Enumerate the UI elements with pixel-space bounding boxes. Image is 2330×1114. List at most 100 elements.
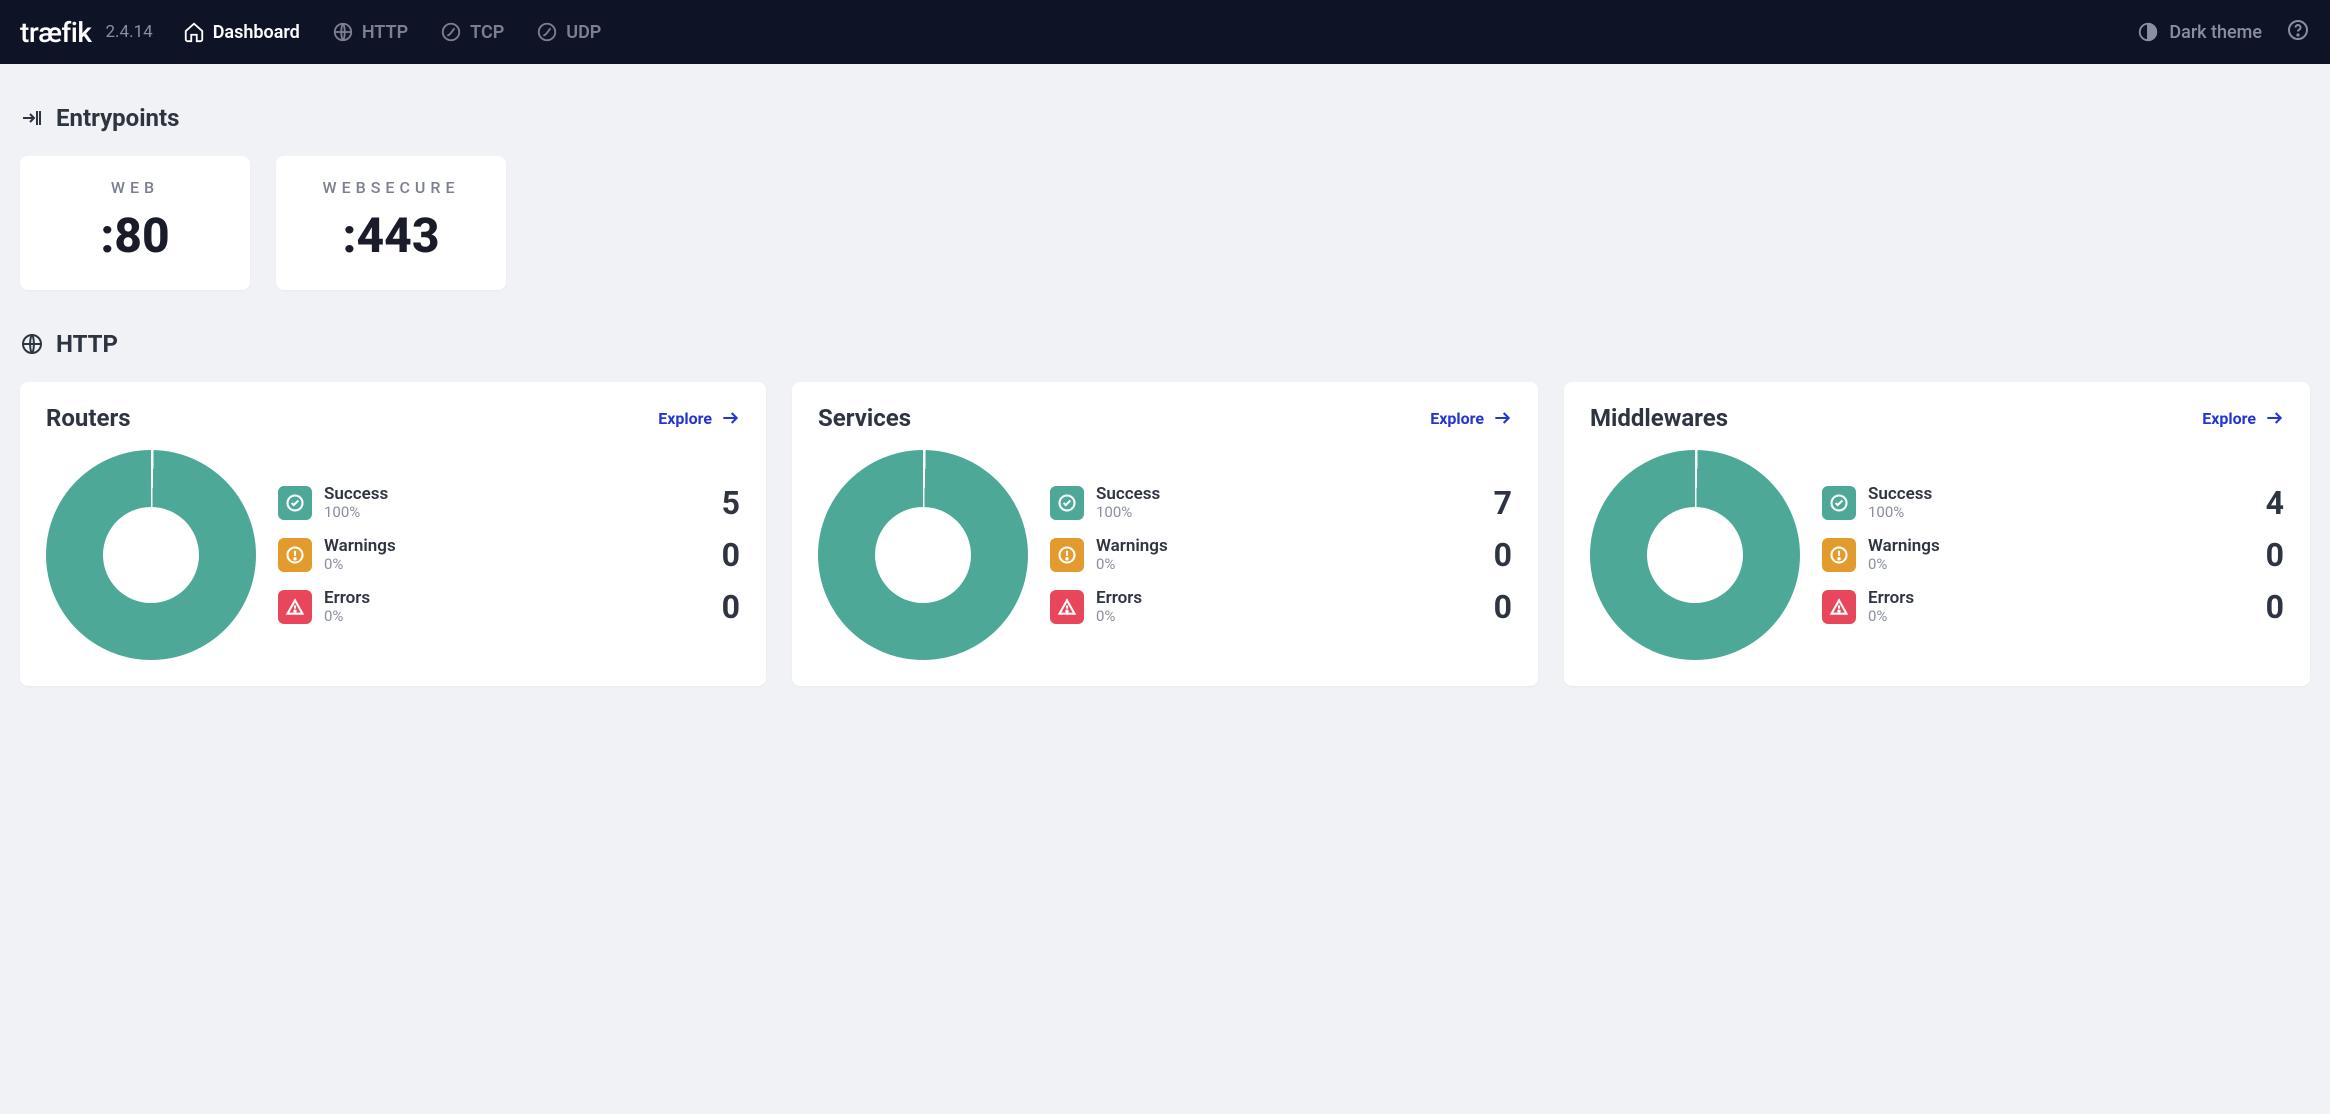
stat-pct: 0%	[324, 607, 370, 625]
stat-row-success[interactable]: Success 100% 4	[1822, 484, 2284, 522]
card-title: Middlewares	[1590, 404, 1728, 432]
globe-icon	[20, 332, 44, 356]
stat-text: Warnings 0%	[324, 537, 396, 574]
entrypoint-name: WEB	[30, 178, 240, 197]
version-label: 2.4.14	[106, 22, 153, 42]
stat-count: 0	[2266, 536, 2284, 574]
entrypoint-card-websecure[interactable]: WEBSECURE :443	[276, 156, 506, 290]
routers-card: Routers Explore Success 100% 5	[20, 382, 766, 686]
stat-count: 7	[1494, 484, 1512, 522]
stat-row-errors[interactable]: Errors 0% 0	[1822, 588, 2284, 626]
theme-label: Dark theme	[2169, 22, 2262, 43]
card-title: Routers	[46, 404, 131, 432]
stat-pct: 100%	[324, 503, 388, 521]
stat-row-errors[interactable]: Errors 0% 0	[278, 588, 740, 626]
success-badge	[1822, 486, 1856, 520]
warning-circle-icon	[1057, 545, 1077, 565]
entrypoints-title: Entrypoints	[56, 104, 179, 132]
error-badge	[278, 590, 312, 624]
stat-label: Warnings	[1096, 537, 1168, 556]
card-body: Success 100% 4 Warnings 0% 0	[1590, 450, 2284, 660]
warning-circle-icon	[1829, 545, 1849, 565]
card-body: Success 100% 7 Warnings 0% 0	[818, 450, 1512, 660]
check-circle-icon	[285, 493, 305, 513]
stat-label: Errors	[1096, 589, 1142, 608]
entrypoints-icon	[20, 106, 44, 130]
stat-row-warnings[interactable]: Warnings 0% 0	[1822, 536, 2284, 574]
card-body: Success 100% 5 Warnings 0% 0	[46, 450, 740, 660]
entrypoints-list: WEB :80 WEBSECURE :443	[20, 156, 2310, 290]
entrypoint-port: :80	[30, 207, 240, 264]
explore-middlewares[interactable]: Explore	[2202, 408, 2284, 428]
nav-udp[interactable]: UDP	[536, 21, 601, 43]
stat-pct: 0%	[1096, 555, 1168, 573]
stat-count: 4	[2266, 484, 2284, 522]
http-header: HTTP	[20, 330, 2310, 358]
explore-services[interactable]: Explore	[1430, 408, 1512, 428]
stat-label: Success	[324, 485, 388, 504]
arrow-right-icon	[1492, 408, 1512, 428]
stat-text: Errors 0%	[324, 589, 370, 626]
explore-routers[interactable]: Explore	[658, 408, 740, 428]
nav-dashboard[interactable]: Dashboard	[183, 21, 300, 43]
help-button[interactable]	[2286, 18, 2310, 46]
stat-label: Success	[1096, 485, 1160, 504]
stat-list: Success 100% 7 Warnings 0% 0	[1050, 484, 1512, 626]
arrow-right-icon	[2264, 408, 2284, 428]
warning-badge	[1822, 538, 1856, 572]
nav: Dashboard HTTP TCP UDP	[183, 21, 602, 43]
stat-count: 0	[722, 588, 740, 626]
card-head: Routers Explore	[46, 404, 740, 432]
stat-text: Warnings 0%	[1868, 537, 1940, 574]
stat-text: Success 100%	[1096, 485, 1160, 522]
home-icon	[183, 21, 205, 43]
success-badge	[1050, 486, 1084, 520]
stat-list: Success 100% 5 Warnings 0% 0	[278, 484, 740, 626]
donut-chart	[818, 450, 1028, 660]
stat-label: Errors	[324, 589, 370, 608]
card-head: Services Explore	[818, 404, 1512, 432]
nav-dashboard-label: Dashboard	[213, 22, 300, 43]
warning-circle-icon	[285, 545, 305, 565]
stat-count: 5	[722, 484, 740, 522]
donut-chart	[46, 450, 256, 660]
stat-row-success[interactable]: Success 100% 5	[278, 484, 740, 522]
stat-text: Errors 0%	[1096, 589, 1142, 626]
tcp-icon	[440, 21, 462, 43]
stat-count: 0	[722, 536, 740, 574]
middlewares-card: Middlewares Explore Success 100% 4	[1564, 382, 2310, 686]
services-card: Services Explore Success 100% 7	[792, 382, 1538, 686]
explore-label: Explore	[2202, 409, 2256, 428]
donut-chart	[1590, 450, 1800, 660]
entrypoint-name: WEBSECURE	[286, 178, 496, 197]
stat-row-warnings[interactable]: Warnings 0% 0	[278, 536, 740, 574]
help-icon	[2286, 18, 2310, 42]
card-title: Services	[818, 404, 911, 432]
logo: træfik	[20, 16, 92, 49]
nav-http[interactable]: HTTP	[332, 21, 408, 43]
nav-tcp[interactable]: TCP	[440, 21, 504, 43]
warning-badge	[1050, 538, 1084, 572]
stat-text: Errors 0%	[1868, 589, 1914, 626]
stat-text: Success 100%	[324, 485, 388, 522]
explore-label: Explore	[658, 409, 712, 428]
check-circle-icon	[1057, 493, 1077, 513]
stat-count: 0	[2266, 588, 2284, 626]
success-badge	[278, 486, 312, 520]
stat-row-errors[interactable]: Errors 0% 0	[1050, 588, 1512, 626]
page: Entrypoints WEB :80 WEBSECURE :443 HTTP …	[0, 64, 2330, 706]
stat-row-success[interactable]: Success 100% 7	[1050, 484, 1512, 522]
stat-pct: 0%	[1868, 607, 1914, 625]
http-title: HTTP	[56, 330, 118, 358]
stat-list: Success 100% 4 Warnings 0% 0	[1822, 484, 2284, 626]
stat-pct: 100%	[1868, 503, 1932, 521]
entrypoint-card-web[interactable]: WEB :80	[20, 156, 250, 290]
theme-toggle[interactable]: Dark theme	[2137, 21, 2262, 43]
error-badge	[1822, 590, 1856, 624]
entrypoint-port: :443	[286, 207, 496, 264]
warning-badge	[278, 538, 312, 572]
error-triangle-icon	[285, 597, 305, 617]
nav-udp-label: UDP	[566, 22, 601, 43]
stat-row-warnings[interactable]: Warnings 0% 0	[1050, 536, 1512, 574]
explore-label: Explore	[1430, 409, 1484, 428]
